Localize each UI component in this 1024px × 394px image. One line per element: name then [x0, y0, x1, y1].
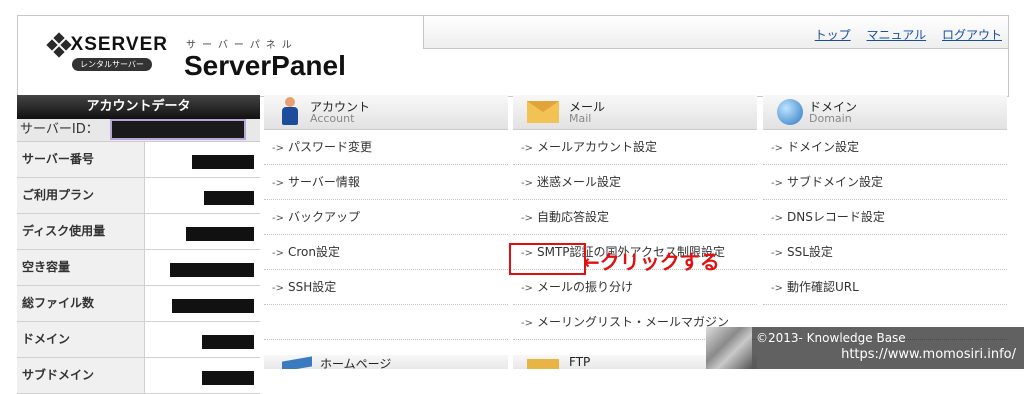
arrow-icon: -> — [521, 178, 533, 189]
server-id-row: サーバーID： — [17, 119, 260, 142]
redacted-value — [202, 335, 254, 349]
menu-item-domain-settings[interactable]: -> ドメイン設定 — [763, 130, 1007, 165]
arrow-icon: -> — [272, 178, 284, 189]
logo-badge: レンタルサーバー — [72, 58, 152, 71]
menu-item-empty — [264, 305, 508, 340]
sidebar-row-label: ドメイン — [17, 322, 145, 357]
column-subtitle: Domain — [809, 112, 852, 125]
mail-icon — [527, 101, 559, 123]
account-data-sidebar: アカウントデータ サーバーID： サーバー番号 ご利用プラン ディスク使用量 空… — [17, 95, 260, 394]
arrow-icon: -> — [272, 143, 284, 154]
redacted-value — [204, 191, 254, 205]
manual-link[interactable]: マニュアル — [867, 28, 927, 42]
sidebar-row: 総ファイル数 — [17, 286, 260, 322]
redacted-value — [186, 227, 254, 241]
sidebar-row: ドメイン — [17, 322, 260, 358]
arrow-icon: -> — [272, 283, 284, 294]
ftp-icon — [527, 359, 559, 369]
menu-item-password-change[interactable]: -> パスワード変更 — [264, 130, 508, 165]
arrow-icon: -> — [521, 143, 533, 154]
column-subtitle: Account — [310, 112, 355, 125]
account-column: アカウント Account -> パスワード変更 -> サーバー情報 -> バックアッ… — [264, 95, 508, 340]
watermark-url: https://www.momosiri.info/ — [841, 347, 1016, 362]
watermark-avatar — [706, 327, 752, 369]
menu-item-mail-account[interactable]: -> メールアカウント設定 — [513, 130, 757, 165]
menu-item-spam[interactable]: -> 迷惑メール設定 — [513, 165, 757, 200]
diamond-logo-icon — [46, 32, 72, 58]
redacted-value — [110, 119, 246, 140]
watermark-copyright: ©2013- Knowledge Base — [756, 331, 906, 345]
watermark: ©2013- Knowledge Base https://www.momosi… — [706, 327, 1024, 369]
domain-column: ドメイン Domain -> ドメイン設定 -> サブドメイン設定 -> DNSレコー… — [763, 95, 1007, 340]
arrow-icon: -> — [771, 248, 783, 259]
sidebar-row-label: サーバー番号 — [17, 142, 145, 177]
homepage-section-header[interactable]: ホームページ — [264, 355, 508, 369]
sidebar-row-label: ディスク使用量 — [17, 214, 145, 249]
click-annotation: ←クリックする — [583, 250, 720, 274]
sidebar-row: ご利用プラン — [17, 178, 260, 214]
sidebar-row: ディスク使用量 — [17, 214, 260, 250]
mail-column-header: メール Mail — [513, 95, 757, 130]
sidebar-row-label: 総ファイル数 — [17, 286, 145, 321]
header-link-bar: トップ マニュアル ログアウト — [423, 16, 1008, 49]
domain-column-header: ドメイン Domain — [763, 95, 1007, 130]
logout-link[interactable]: ログアウト — [942, 28, 1002, 42]
section-title: FTP — [569, 355, 591, 369]
sidebar-row: サーバー番号 — [17, 142, 260, 178]
menu-item-auto-reply[interactable]: -> 自動応答設定 — [513, 200, 757, 235]
redacted-value — [172, 299, 254, 313]
menu-item-cron[interactable]: -> Cron設定 — [264, 235, 508, 270]
logo-text: XSERVER — [70, 34, 168, 55]
sidebar-title: アカウントデータ — [17, 95, 260, 119]
menu-item-server-info[interactable]: -> サーバー情報 — [264, 165, 508, 200]
menu-item-ssh[interactable]: -> SSH設定 — [264, 270, 508, 305]
sidebar-row-label: 空き容量 — [17, 250, 145, 285]
redacted-value — [192, 155, 254, 169]
ssl-highlight-box — [509, 243, 586, 275]
arrow-icon: -> — [521, 213, 533, 224]
arrow-icon: -> — [771, 283, 783, 294]
arrow-icon: -> — [272, 213, 284, 224]
arrow-icon: -> — [771, 178, 783, 189]
globe-icon — [777, 99, 803, 125]
server-id-label: サーバーID： — [20, 122, 99, 137]
menu-item-ssl[interactable]: -> SSL設定 — [763, 235, 1007, 270]
menu-item-mail-filter[interactable]: -> メールの振り分け — [513, 270, 757, 305]
account-column-header: アカウント Account — [264, 95, 508, 130]
arrow-icon: -> — [521, 283, 533, 294]
account-icon — [282, 97, 298, 127]
menu-item-check-url[interactable]: -> 動作確認URL — [763, 270, 1007, 305]
homepage-icon — [282, 356, 312, 369]
menu-item-backup[interactable]: -> バックアップ — [264, 200, 508, 235]
arrow-icon: -> — [771, 143, 783, 154]
top-link[interactable]: トップ — [815, 28, 851, 42]
column-subtitle: Mail — [569, 112, 592, 125]
arrow-icon: -> — [521, 318, 533, 329]
header: XSERVER レンタルサーバー サーバーパネル ServerPanel トップ… — [17, 15, 1009, 97]
menu-item-dns[interactable]: -> DNSレコード設定 — [763, 200, 1007, 235]
xserver-logo[interactable]: XSERVER レンタルサーバー — [46, 32, 168, 71]
sidebar-row: サブドメイン — [17, 358, 260, 394]
arrow-icon: -> — [771, 213, 783, 224]
sidebar-row-label: ご利用プラン — [17, 178, 145, 213]
arrow-icon: -> — [272, 248, 284, 259]
redacted-value — [170, 263, 254, 277]
panel-ruby: サーバーパネル — [186, 40, 298, 51]
menu-item-subdomain[interactable]: -> サブドメイン設定 — [763, 165, 1007, 200]
sidebar-row: 空き容量 — [17, 250, 260, 286]
section-title: ホームページ — [320, 357, 392, 369]
mail-column: メール Mail -> メールアカウント設定 -> 迷惑メール設定 -> 自動応答設定… — [513, 95, 757, 340]
panel-title: ServerPanel — [184, 50, 346, 81]
redacted-value — [202, 371, 254, 385]
sidebar-row-label: サブドメイン — [17, 358, 145, 393]
